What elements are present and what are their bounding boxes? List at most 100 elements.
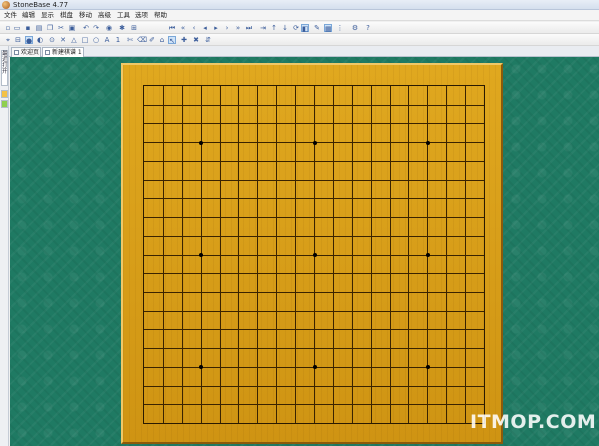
scissors-icon[interactable]: ✄: [126, 36, 134, 44]
branch-next-icon[interactable]: ↓: [281, 24, 289, 32]
app-window: StoneBase 4.77 文件 编辑 显示 棋盘 移动 高级 工具 选项 帮…: [0, 0, 599, 446]
next-10-icon[interactable]: »: [234, 24, 242, 32]
search-icon[interactable]: ◉: [105, 24, 113, 32]
delete-icon[interactable]: ✖: [192, 36, 200, 44]
star-point: [199, 140, 204, 145]
open-icon[interactable]: ▭: [13, 24, 21, 32]
rotate-icon[interactable]: ⟳: [292, 24, 300, 32]
circle-icon[interactable]: ○: [92, 36, 100, 44]
grid-line-vertical: [370, 86, 372, 423]
number-icon[interactable]: 1: [114, 36, 122, 44]
next-move-icon[interactable]: ▸: [212, 24, 220, 32]
window-title: StoneBase 4.77: [13, 1, 69, 9]
menu-tools[interactable]: 工具: [117, 10, 130, 21]
first-move-icon[interactable]: ⏮: [168, 24, 176, 32]
tab-new-game-label: 新建棋谱 1: [52, 49, 82, 56]
prev-5-icon[interactable]: ‹: [190, 24, 198, 32]
menu-view[interactable]: 显示: [41, 10, 54, 21]
help-icon[interactable]: ?: [364, 24, 372, 32]
prev-10-icon[interactable]: «: [179, 24, 187, 32]
menu-advanced[interactable]: 高级: [98, 10, 111, 21]
add-icon[interactable]: [1, 100, 8, 108]
grid-line-horizontal: [144, 348, 484, 350]
triangle-icon[interactable]: △: [70, 36, 78, 44]
go-board[interactable]: [121, 63, 503, 444]
grid-line-vertical: [465, 86, 467, 423]
select-icon[interactable]: ⌖: [4, 36, 12, 44]
grid-icon[interactable]: ⊞: [130, 24, 138, 32]
title-bar: StoneBase 4.77: [0, 0, 599, 10]
edit-icon[interactable]: ✐: [148, 36, 156, 44]
document-icon: [45, 50, 50, 55]
goto-icon[interactable]: ⇥: [259, 24, 267, 32]
grid-line-vertical: [332, 86, 334, 423]
menu-bar: 文件 编辑 显示 棋盘 移动 高级 工具 选项 帮助: [0, 10, 599, 21]
cut-icon[interactable]: ✂: [57, 24, 65, 32]
edit-toolbar: ⌖ ⊟ ● ◐ ⊙ ✕ △ □ ○ A 1 ✄ ⌫ ✐ ⌂ ↖ ✚ ✖ ⇵: [0, 34, 599, 46]
filter-icon[interactable]: ⋮: [336, 24, 344, 32]
star-point: [425, 140, 430, 145]
grid-line-horizontal: [144, 291, 484, 293]
square-icon[interactable]: □: [81, 36, 89, 44]
tab-new-game[interactable]: 新建棋谱 1: [42, 47, 84, 57]
menu-board[interactable]: 棋盘: [60, 10, 73, 21]
star-point: [312, 365, 317, 370]
grid-line-vertical: [351, 86, 353, 423]
tools-icon[interactable]: ⚙: [351, 24, 359, 32]
last-move-icon[interactable]: ⏭: [245, 24, 253, 32]
menu-file[interactable]: 文件: [4, 10, 17, 21]
letter-icon[interactable]: A: [103, 36, 111, 44]
menu-help[interactable]: 帮助: [154, 10, 167, 21]
branch-prev-icon[interactable]: ↑: [270, 24, 278, 32]
grid-line-horizontal: [144, 310, 484, 312]
alternate-icon[interactable]: ⊙: [48, 36, 56, 44]
grid-line-horizontal: [144, 404, 484, 406]
cross-icon[interactable]: ✕: [59, 36, 67, 44]
new-icon[interactable]: ▫: [4, 24, 12, 32]
menu-move[interactable]: 移动: [79, 10, 92, 21]
print-icon[interactable]: ▤: [35, 24, 43, 32]
prev-move-icon[interactable]: ◂: [201, 24, 209, 32]
app-logo-icon: [2, 1, 10, 9]
white-stone-icon[interactable]: ◐: [36, 36, 44, 44]
star-point: [312, 253, 317, 257]
menu-edit[interactable]: 编辑: [22, 10, 35, 21]
grid-line-vertical: [446, 86, 448, 423]
folder-icon[interactable]: [1, 90, 8, 98]
comment-icon[interactable]: ✎: [313, 24, 321, 32]
star-point: [312, 140, 317, 145]
paste-icon[interactable]: ▣: [68, 24, 76, 32]
side-panel: 最近打开: [0, 46, 9, 446]
cut-branch-icon[interactable]: ⇵: [204, 36, 212, 44]
board-grid[interactable]: [143, 85, 485, 424]
mark-icon[interactable]: ✚: [180, 36, 188, 44]
document-tab-bar: 欢迎页 新建棋谱 1: [9, 46, 599, 57]
grid-lines-icon[interactable]: ⊟: [14, 36, 22, 44]
next-5-icon[interactable]: ›: [223, 24, 231, 32]
settings-icon[interactable]: ✱: [118, 24, 126, 32]
mark-toggle-icon[interactable]: ▦: [324, 24, 332, 33]
undo-icon[interactable]: ↶: [82, 24, 90, 32]
eraser-icon[interactable]: ⌫: [137, 36, 147, 44]
grid-line-vertical: [389, 86, 391, 423]
grid-line-horizontal: [144, 273, 484, 275]
star-point: [425, 253, 430, 257]
pointer-icon[interactable]: ↖: [168, 36, 176, 45]
main-toolbar: ▫ ▭ ▪ ▤ ❐ ✂ ▣ ↶ ↷ ◉ ✱ ⊞ ⏮ « ‹ ◂ ▸ › » ⏭ …: [0, 22, 599, 34]
tab-welcome-label: 欢迎页: [21, 49, 40, 56]
grid-line-horizontal: [144, 329, 484, 331]
menu-options[interactable]: 选项: [135, 10, 148, 21]
save-icon[interactable]: ▪: [24, 24, 32, 32]
flip-icon[interactable]: ◧: [301, 24, 309, 33]
label-icon[interactable]: ⌂: [158, 36, 166, 44]
tab-welcome[interactable]: 欢迎页: [11, 47, 41, 57]
copy-icon[interactable]: ❐: [46, 24, 54, 32]
star-point: [199, 365, 204, 370]
sidebar-tab-recent[interactable]: 最近打开: [1, 50, 8, 86]
watermark-text: ITMOP.COM: [470, 411, 597, 433]
redo-icon[interactable]: ↷: [92, 24, 100, 32]
grid-line-vertical: [408, 86, 410, 423]
home-icon: [14, 50, 19, 55]
star-point: [425, 365, 430, 370]
black-stone-icon[interactable]: ●: [25, 36, 33, 45]
